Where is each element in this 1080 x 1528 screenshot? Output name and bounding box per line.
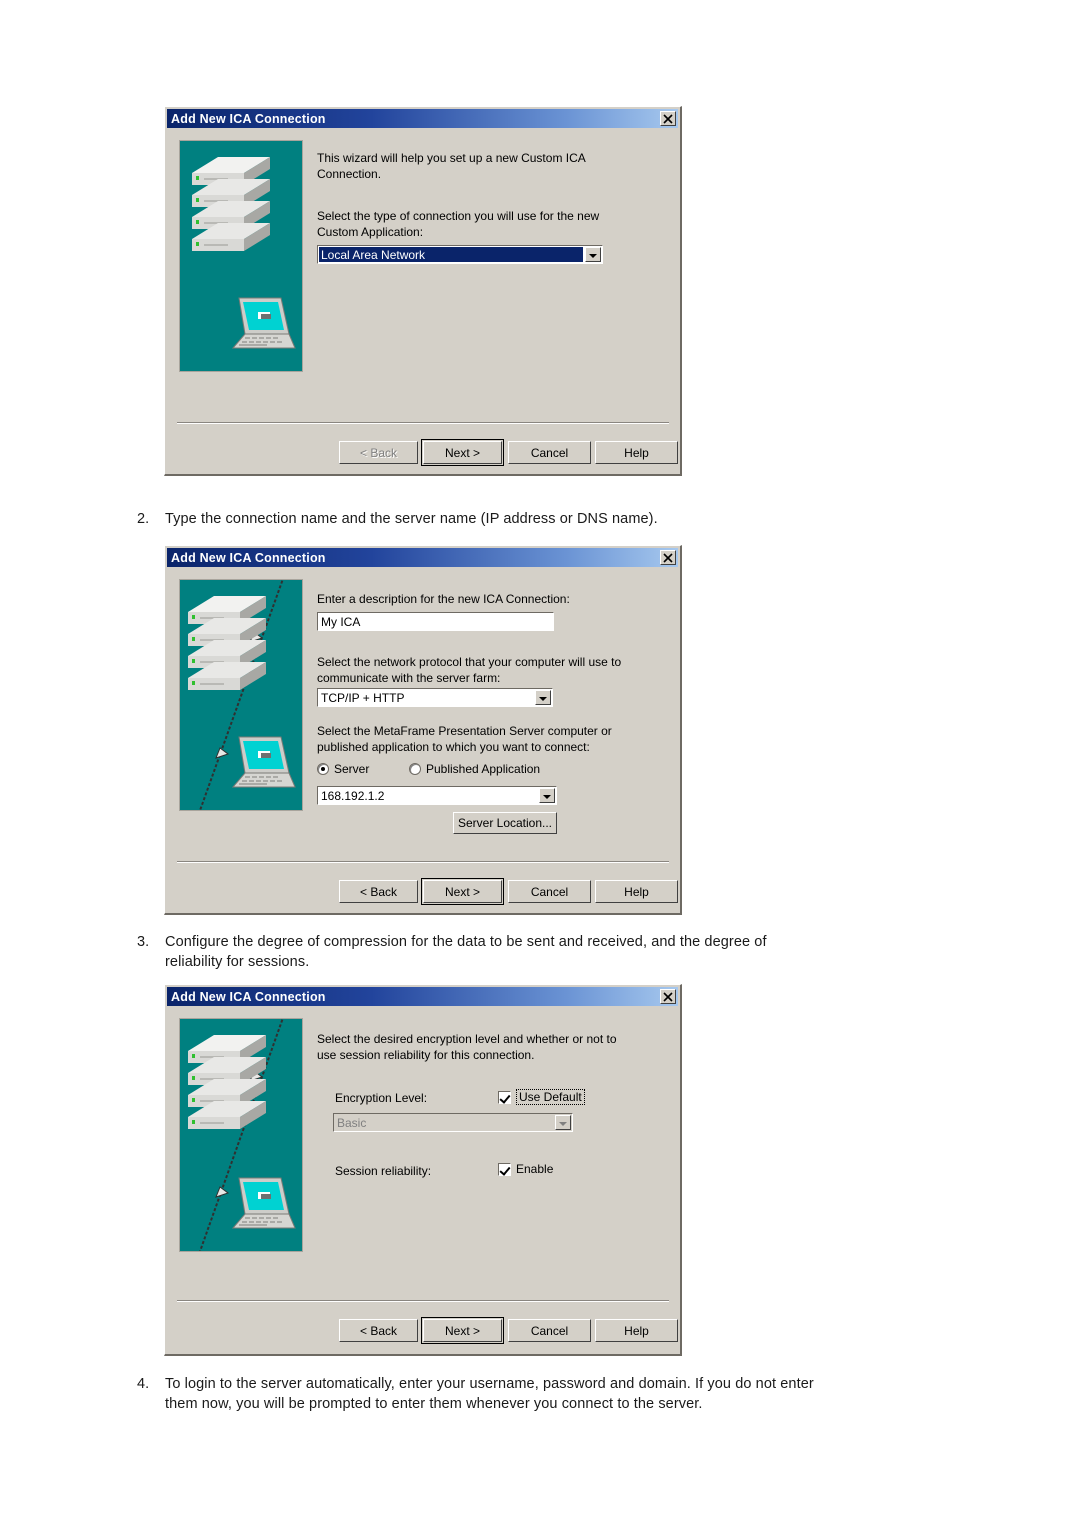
- server-and-laptop-illustration: [180, 141, 302, 371]
- server-laptop-connection-illustration: [180, 580, 302, 810]
- session-reliability-enable-checkbox[interactable]: Enable: [498, 1162, 553, 1176]
- encryption-level-dropdown[interactable]: Basic: [333, 1113, 573, 1132]
- next-button[interactable]: Next >: [421, 1317, 504, 1344]
- server-laptop-connection-illustration: [180, 1019, 302, 1251]
- server-location-button[interactable]: Server Location...: [453, 812, 557, 834]
- use-default-label: Use Default: [516, 1089, 585, 1105]
- radio-server[interactable]: Server: [317, 762, 369, 776]
- footer-separator: [177, 1300, 669, 1302]
- radio-dot-icon: [409, 763, 421, 775]
- help-button[interactable]: Help: [595, 1319, 678, 1342]
- protocol-value: TCP/IP + HTTP: [321, 691, 405, 705]
- enable-label: Enable: [516, 1162, 554, 1176]
- protocol-label: Select the network protocol that your co…: [317, 655, 622, 685]
- protocol-dropdown[interactable]: TCP/IP + HTTP: [317, 688, 553, 707]
- step-number: 3.: [137, 934, 150, 950]
- next-button-label: Next >: [423, 1319, 502, 1342]
- help-button[interactable]: Help: [595, 880, 678, 903]
- connection-type-prompt: Select the type of connection you will u…: [317, 209, 600, 239]
- checkbox-icon: [498, 1162, 511, 1176]
- next-button-label: Next >: [423, 441, 502, 464]
- encryption-level-label: Encryption Level:: [335, 1091, 428, 1105]
- close-icon[interactable]: [660, 989, 676, 1004]
- window-title: Add New ICA Connection: [171, 111, 326, 126]
- step-item-3: 3. Configure the degree of compression f…: [137, 933, 797, 972]
- connection-target-label: Select the MetaFrame Presentation Server…: [317, 724, 612, 754]
- title-bar[interactable]: Add New ICA Connection: [167, 987, 678, 1006]
- chevron-down-icon[interactable]: [539, 788, 555, 803]
- title-bar[interactable]: Add New ICA Connection: [167, 548, 678, 567]
- next-button[interactable]: Next >: [421, 439, 504, 466]
- window-title: Add New ICA Connection: [171, 550, 326, 565]
- step-item-4: 4. To login to the server automatically,…: [137, 1375, 837, 1414]
- cancel-button[interactable]: Cancel: [508, 441, 591, 464]
- step-number: 4.: [137, 1376, 150, 1392]
- dialog-add-new-ica-connection-step1: Add New ICA Connection This wizard will …: [164, 106, 682, 476]
- illustration-panel: [179, 579, 303, 811]
- checkbox-icon: [498, 1090, 511, 1104]
- window-title: Add New ICA Connection: [171, 989, 326, 1004]
- dialog-add-new-ica-connection-step3: Add New ICA Connection Select the desire…: [164, 984, 682, 1356]
- server-address-dropdown[interactable]: 168.192.1.2: [317, 786, 557, 805]
- wizard-intro-text: This wizard will help you set up a new C…: [317, 151, 586, 181]
- illustration-panel: [179, 140, 303, 372]
- step-text: Configure the degree of compression for …: [165, 934, 767, 970]
- step-number: 2.: [137, 511, 150, 527]
- use-default-checkbox[interactable]: Use Default: [498, 1089, 585, 1105]
- encryption-intro-text: Select the desired encryption level and …: [317, 1032, 617, 1062]
- close-icon[interactable]: [660, 550, 676, 565]
- cancel-button[interactable]: Cancel: [508, 880, 591, 903]
- chevron-down-icon[interactable]: [535, 690, 551, 705]
- chevron-down-icon[interactable]: [555, 1115, 571, 1130]
- radio-published-application-label: Published Application: [426, 762, 541, 776]
- radio-published-application[interactable]: Published Application: [409, 762, 540, 776]
- next-button[interactable]: Next >: [421, 878, 504, 905]
- footer-separator: [177, 422, 669, 424]
- chevron-down-icon[interactable]: [585, 247, 601, 262]
- description-input[interactable]: My ICA: [317, 612, 554, 631]
- connection-type-value: Local Area Network: [319, 247, 583, 262]
- encryption-level-value: Basic: [337, 1116, 367, 1130]
- radio-server-label: Server: [334, 762, 370, 776]
- title-bar[interactable]: Add New ICA Connection: [167, 109, 678, 128]
- session-reliability-label: Session reliability:: [335, 1164, 432, 1178]
- step-item-2: 2. Type the connection name and the serv…: [137, 510, 897, 530]
- step-text: To login to the server automatically, en…: [165, 1376, 814, 1412]
- cancel-button[interactable]: Cancel: [508, 1319, 591, 1342]
- connection-type-dropdown[interactable]: Local Area Network: [317, 245, 603, 264]
- next-button-label: Next >: [423, 880, 502, 903]
- back-button[interactable]: < Back: [339, 441, 418, 464]
- footer-separator: [177, 861, 669, 863]
- server-address-value: 168.192.1.2: [321, 789, 385, 803]
- radio-dot-icon: [317, 763, 329, 775]
- back-button[interactable]: < Back: [339, 1319, 418, 1342]
- description-label: Enter a description for the new ICA Conn…: [317, 592, 570, 606]
- step-text: Type the connection name and the server …: [165, 511, 658, 527]
- help-button[interactable]: Help: [595, 441, 678, 464]
- dialog-add-new-ica-connection-step2: Add New ICA Connection Enter a descripti…: [164, 545, 682, 915]
- back-button[interactable]: < Back: [339, 880, 418, 903]
- close-icon[interactable]: [660, 111, 676, 126]
- illustration-panel: [179, 1018, 303, 1252]
